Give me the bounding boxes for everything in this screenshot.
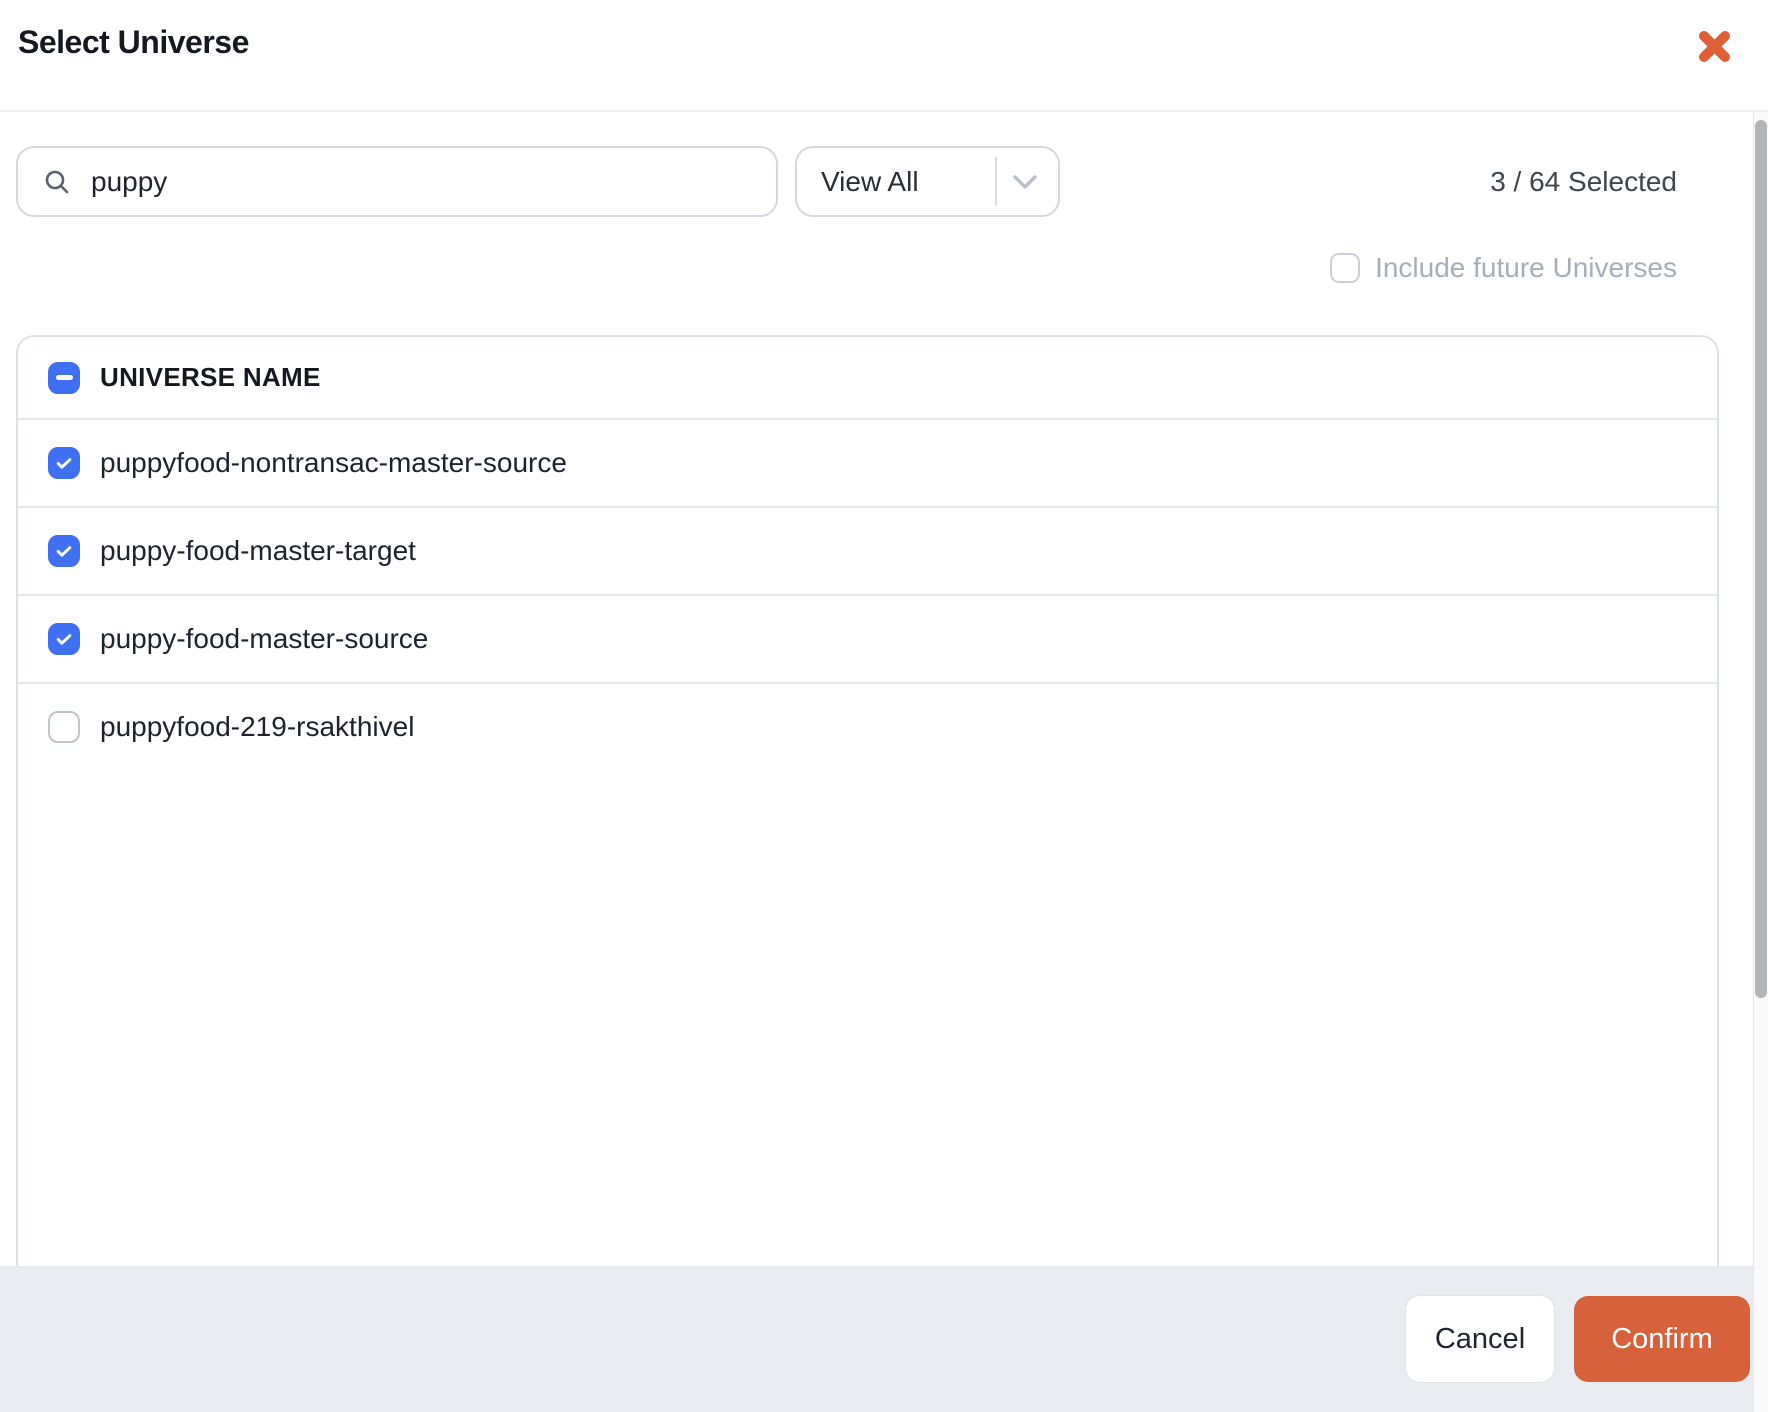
universe-name: puppy-food-master-source <box>100 623 429 654</box>
view-filter-value: View All <box>821 165 919 197</box>
universe-name: puppyfood-219-rsakthivel <box>100 711 415 742</box>
check-icon <box>56 458 72 469</box>
column-header-universe-name: UNIVERSE NAME <box>100 362 321 392</box>
table-header-row: UNIVERSE NAME <box>18 337 1717 418</box>
page-title: Select Universe <box>18 24 249 60</box>
scrollbar-thumb[interactable] <box>1755 120 1767 998</box>
check-icon <box>56 634 72 645</box>
search-icon <box>43 168 71 196</box>
table-row[interactable]: puppyfood-219-rsakthivel <box>18 682 1717 770</box>
universe-name: puppyfood-nontransac-master-source <box>100 447 567 478</box>
table-row[interactable]: puppyfood-nontransac-master-source <box>18 418 1717 506</box>
modal-footer: Cancel Confirm <box>0 1266 1768 1412</box>
close-icon <box>1696 28 1733 68</box>
view-filter-dropdown[interactable]: View All <box>795 146 1060 217</box>
cancel-button[interactable]: Cancel <box>1406 1296 1554 1382</box>
selection-summary: 3 / 64 Selected <box>1490 165 1677 197</box>
row-checkbox[interactable] <box>48 535 80 567</box>
dropdown-divider <box>995 157 997 206</box>
include-future-row[interactable]: Include future Universes <box>1330 250 1677 286</box>
search-input[interactable] <box>91 165 776 198</box>
scrollbar-track[interactable] <box>1753 112 1768 1412</box>
row-checkbox[interactable] <box>48 447 80 479</box>
select-all-checkbox[interactable] <box>48 361 80 394</box>
check-icon <box>56 546 72 557</box>
row-checkbox[interactable] <box>48 623 80 655</box>
close-button[interactable] <box>1694 28 1734 68</box>
include-future-checkbox[interactable] <box>1330 253 1361 283</box>
include-future-label: Include future Universes <box>1375 252 1677 283</box>
search-box[interactable] <box>16 146 778 217</box>
chevron-down-icon <box>1012 174 1038 195</box>
universe-table: UNIVERSE NAME puppyfood-nontransac-maste… <box>16 335 1719 1266</box>
indeterminate-minus-icon <box>55 375 73 380</box>
table-row[interactable]: puppy-food-master-source <box>18 594 1717 682</box>
modal-header: Select Universe <box>0 0 1768 112</box>
row-checkbox[interactable] <box>48 711 80 743</box>
table-row[interactable]: puppy-food-master-target <box>18 506 1717 594</box>
universe-name: puppy-food-master-target <box>100 535 416 566</box>
confirm-button[interactable]: Confirm <box>1574 1296 1750 1382</box>
